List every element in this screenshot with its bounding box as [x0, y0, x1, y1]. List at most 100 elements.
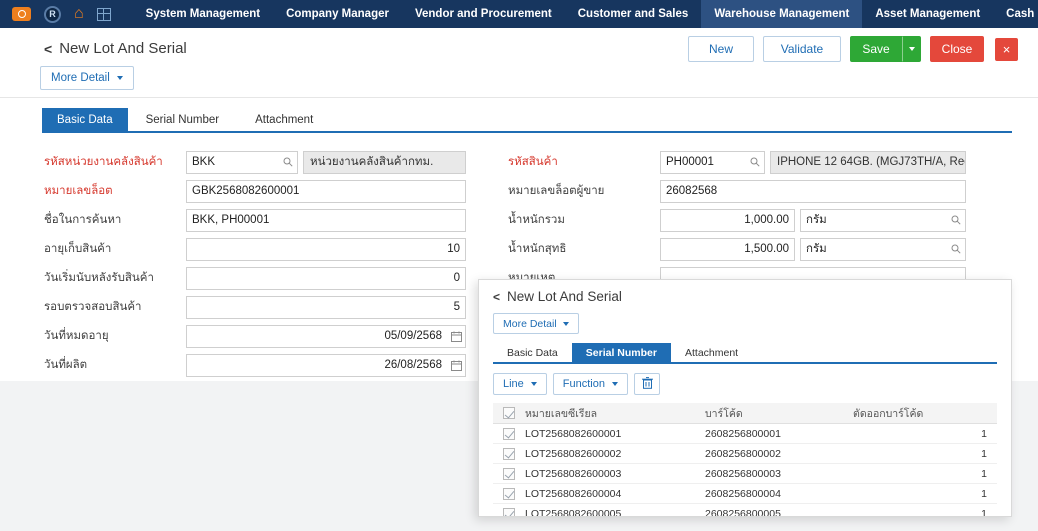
- nav-item-customer-sales[interactable]: Customer and Sales: [565, 0, 702, 28]
- save-button[interactable]: Save: [850, 36, 902, 62]
- tab-bar: Basic Data Serial Number Attachment: [42, 108, 331, 131]
- tab-basic-data[interactable]: Basic Data: [42, 108, 128, 131]
- topnav-icon-group: R ⌂: [0, 0, 123, 28]
- select-all-checkbox[interactable]: [503, 407, 515, 419]
- nav-item-vendor-procurement[interactable]: Vendor and Procurement: [402, 0, 565, 28]
- nav-item-asset-management[interactable]: Asset Management: [862, 0, 993, 28]
- lot-no-input[interactable]: [187, 185, 465, 197]
- vendor-lot-input[interactable]: [661, 185, 965, 197]
- nav-item-cash-management[interactable]: Cash Management: [993, 0, 1038, 28]
- chevron-down-icon: [117, 76, 123, 80]
- inspection-cycle-input[interactable]: [187, 301, 465, 313]
- grid-menu-icon[interactable]: [97, 8, 111, 21]
- search-icon[interactable]: [947, 244, 965, 254]
- nav-item-company-manager[interactable]: Company Manager: [273, 0, 402, 28]
- mfg-date-input[interactable]: [187, 359, 447, 371]
- serial-column-header: หมายเลขซีเรียล: [525, 405, 705, 422]
- start-count-label: วันเริ่มนับหลังรับสินค้า: [44, 269, 186, 287]
- close-button[interactable]: Close: [930, 36, 984, 62]
- tab-serial-number[interactable]: Serial Number: [128, 108, 238, 131]
- nav-item-warehouse-management[interactable]: Warehouse Management: [701, 0, 862, 28]
- search-icon[interactable]: [746, 157, 764, 167]
- home-icon[interactable]: ⌂: [74, 6, 84, 22]
- cut-cell: 1: [853, 428, 997, 440]
- table-row[interactable]: LOT2568082600001 2608256800001 1: [493, 424, 997, 444]
- barcode-cell: 2608256800004: [705, 488, 853, 500]
- field-row-search-name: ชื่อในการค้นหา: [44, 208, 466, 232]
- serial-cell: LOT2568082600003: [525, 468, 705, 480]
- serial-cell: LOT2568082600004: [525, 488, 705, 500]
- table-row[interactable]: LOT2568082600005 2608256800005 1: [493, 504, 997, 517]
- delete-button[interactable]: [634, 373, 660, 395]
- shelf-life-input[interactable]: [187, 243, 465, 255]
- row-checkbox[interactable]: [503, 468, 515, 480]
- product-code-input[interactable]: [661, 156, 746, 168]
- calendar-icon[interactable]: [447, 360, 465, 371]
- back-chevron-icon[interactable]: <: [493, 290, 500, 304]
- table-row[interactable]: LOT2568082600003 2608256800003 1: [493, 464, 997, 484]
- product-code-field: [660, 151, 765, 174]
- cut-cell: 1: [853, 448, 997, 460]
- cut-cell: 1: [853, 488, 997, 500]
- table-row[interactable]: LOT2568082600002 2608256800002 1: [493, 444, 997, 464]
- serial-number-panel: < New Lot And Serial More Detail Basic D…: [478, 279, 1012, 517]
- line-button[interactable]: Line: [493, 373, 547, 395]
- warehouse-name-readonly: หน่วยงานคลังสินค้ากทม.: [303, 151, 466, 174]
- search-name-input[interactable]: [187, 214, 465, 226]
- function-button[interactable]: Function: [553, 373, 628, 395]
- net-weight-input[interactable]: [661, 243, 794, 255]
- lot-no-field: [186, 180, 466, 203]
- search-name-field: [186, 209, 466, 232]
- start-count-input[interactable]: [187, 272, 465, 284]
- field-row-expire-date: วันที่หมดอายุ: [44, 324, 466, 348]
- table-row[interactable]: LOT2568082600004 2608256800004 1: [493, 484, 997, 504]
- serial-table: หมายเลขซีเรียล บาร์โค้ด ตัดออกบาร์โค้ด L…: [493, 403, 997, 517]
- close-x-button[interactable]: ×: [995, 38, 1018, 61]
- row-checkbox[interactable]: [503, 428, 515, 440]
- more-detail-button[interactable]: More Detail: [40, 66, 134, 90]
- field-row-warehouse: รหัสหน่วยงานคลังสินค้า หน่วยงานคลังสินค้…: [44, 150, 466, 174]
- calendar-icon[interactable]: [447, 331, 465, 342]
- page-header: < New Lot And Serial: [44, 40, 187, 57]
- field-row-product: รหัสสินค้า IPHONE 12 64GB. (MGJ73TH/A, R…: [508, 150, 966, 174]
- gross-weight-input[interactable]: [661, 214, 794, 226]
- barcode-cell: 2608256800002: [705, 448, 853, 460]
- gross-weight-unit-input[interactable]: [801, 214, 947, 226]
- lot-no-label: หมายเลขล็อต: [44, 182, 186, 200]
- validate-button[interactable]: Validate: [763, 36, 841, 62]
- record-badge-icon[interactable]: R: [44, 6, 61, 23]
- more-detail-button[interactable]: More Detail: [493, 313, 579, 334]
- new-button[interactable]: New: [688, 36, 754, 62]
- search-icon[interactable]: [947, 215, 965, 225]
- warehouse-code-input[interactable]: [187, 156, 279, 168]
- barcode-cell: 2608256800001: [705, 428, 853, 440]
- chevron-down-icon: [612, 382, 618, 386]
- net-weight-unit-input[interactable]: [801, 243, 947, 255]
- row-checkbox[interactable]: [503, 508, 515, 518]
- net-weight-label: น้ำหนักสุทธิ: [508, 240, 660, 258]
- search-icon[interactable]: [279, 157, 297, 167]
- expire-date-input[interactable]: [187, 330, 447, 342]
- field-row-start-count: วันเริ่มนับหลังรับสินค้า: [44, 266, 466, 290]
- tab-attachment[interactable]: Attachment: [671, 343, 752, 362]
- back-chevron-icon[interactable]: <: [44, 41, 52, 57]
- serial-cell: LOT2568082600001: [525, 428, 705, 440]
- tab-serial-number[interactable]: Serial Number: [572, 343, 671, 362]
- nav-item-system-management[interactable]: System Management: [133, 0, 273, 28]
- vendor-lot-field: [660, 180, 966, 203]
- row-checkbox[interactable]: [503, 448, 515, 460]
- field-row-lot-no: หมายเลขล็อต: [44, 179, 466, 203]
- header-divider: [0, 97, 1038, 98]
- search-name-label: ชื่อในการค้นหา: [44, 211, 186, 229]
- form-column-left: รหัสหน่วยงานคลังสินค้า หน่วยงานคลังสินค้…: [44, 150, 466, 382]
- app-logo-icon[interactable]: [12, 7, 31, 21]
- save-dropdown-button[interactable]: [902, 36, 921, 62]
- serial-table-header: หมายเลขซีเรียล บาร์โค้ด ตัดออกบาร์โค้ด: [493, 403, 997, 424]
- warehouse-code-field: [186, 151, 298, 174]
- shelf-life-label: อายุเก็บสินค้า: [44, 240, 186, 258]
- tab-basic-data[interactable]: Basic Data: [493, 343, 572, 362]
- trash-icon: [642, 377, 653, 392]
- tab-attachment[interactable]: Attachment: [237, 108, 331, 131]
- expire-date-field: [186, 325, 466, 348]
- row-checkbox[interactable]: [503, 488, 515, 500]
